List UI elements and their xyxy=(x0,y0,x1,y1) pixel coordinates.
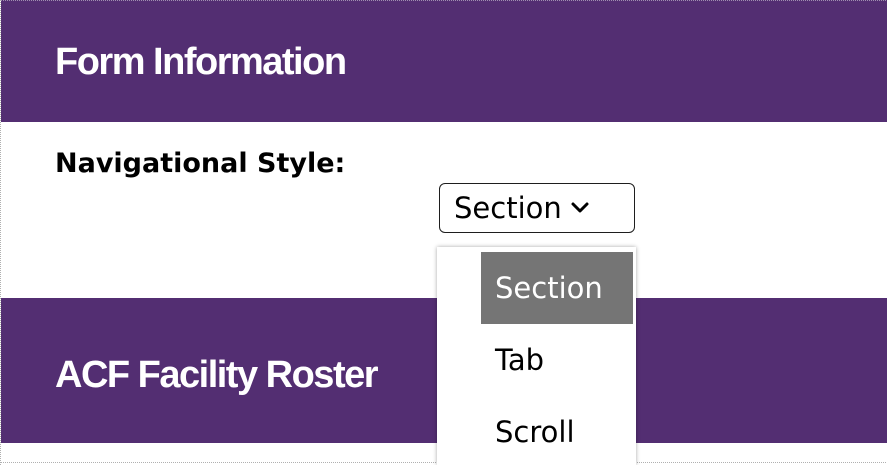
facility-roster-title: ACF Facility Roster xyxy=(55,354,379,396)
navigational-style-selected-value: Section xyxy=(454,191,562,225)
form-page: Form Information Navigational Style: Sec… xyxy=(0,0,887,465)
navigational-style-select[interactable]: Section xyxy=(439,183,635,233)
chevron-down-icon xyxy=(570,201,590,215)
dropdown-option-section[interactable]: Section xyxy=(481,252,633,324)
navigational-style-dropdown-list: Section Tab Scroll xyxy=(437,247,636,465)
dropdown-option-tab[interactable]: Tab xyxy=(477,324,636,396)
form-information-title: Form Information xyxy=(55,41,347,83)
form-information-header: Form Information xyxy=(1,0,887,122)
navigational-style-label: Navigational Style: xyxy=(55,148,346,179)
dropdown-option-scroll[interactable]: Scroll xyxy=(477,396,636,465)
